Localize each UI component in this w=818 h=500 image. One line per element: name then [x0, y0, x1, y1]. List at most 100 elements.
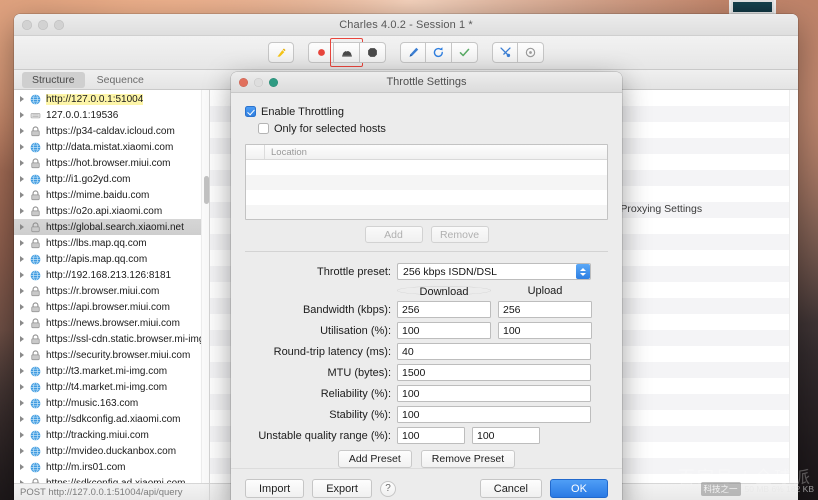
disclosure-triangle-icon[interactable] — [18, 287, 27, 296]
disclosure-triangle-icon[interactable] — [18, 207, 27, 216]
disclosure-triangle-icon[interactable] — [18, 191, 27, 200]
tree-row[interactable]: http://tracking.miui.com — [14, 427, 209, 443]
disclosure-triangle-icon[interactable] — [18, 463, 27, 472]
tree-row[interactable]: http://m.irs01.com — [14, 459, 209, 475]
throttle-field-download-input[interactable]: 100 — [397, 406, 591, 423]
tree-row[interactable]: http://music.163.com — [14, 395, 209, 411]
only-selected-hosts-row[interactable]: Only for selected hosts — [245, 120, 608, 137]
globe-icon — [29, 93, 42, 106]
tree-row[interactable]: https://hot.browser.miui.com — [14, 155, 209, 171]
disclosure-triangle-icon[interactable] — [18, 303, 27, 312]
throttle-field-upload-input[interactable]: 256 — [498, 301, 592, 318]
throttle-button[interactable] — [330, 38, 363, 67]
sidebar-scrollbar-thumb[interactable] — [203, 176, 209, 204]
location-table[interactable]: Location — [245, 144, 608, 220]
tree-row[interactable]: http://t3.market.mi-img.com — [14, 363, 209, 379]
breakpoints-button[interactable] — [360, 42, 386, 63]
disclosure-triangle-icon[interactable] — [18, 239, 27, 248]
disclosure-triangle-icon[interactable] — [18, 447, 27, 456]
disclosure-triangle-icon[interactable] — [18, 175, 27, 184]
session-tree[interactable]: http://127.0.0.1:51004 127.0.0.1:19536 htt… — [14, 90, 209, 500]
tree-row[interactable]: https://r.browser.miui.com — [14, 283, 209, 299]
disclosure-triangle-icon[interactable] — [18, 383, 27, 392]
disclosure-triangle-icon[interactable] — [18, 223, 27, 232]
minimize-icon[interactable] — [38, 20, 48, 30]
throttle-field-download-input[interactable]: 1500 — [397, 364, 591, 381]
tab-structure[interactable]: Structure — [22, 71, 85, 88]
repeat-button[interactable] — [426, 42, 452, 63]
enable-throttling-checkbox[interactable] — [245, 106, 256, 117]
tree-row[interactable]: http://apis.map.qq.com — [14, 251, 209, 267]
throttle-field-upload-input[interactable]: 100 — [498, 322, 592, 339]
chevron-updown-icon[interactable] — [576, 264, 590, 279]
lock-icon — [29, 285, 42, 298]
tree-row[interactable]: http://t4.market.mi-img.com — [14, 379, 209, 395]
disclosure-triangle-icon[interactable] — [18, 111, 27, 120]
unstable-quality-min-input[interactable]: 100 — [397, 427, 465, 444]
tree-row[interactable]: https://ssl-cdn.static.browser.mi-img.co… — [14, 331, 209, 347]
throttle-field-download-input[interactable]: 256 — [397, 301, 491, 318]
tree-row[interactable]: http://192.168.213.126:8181 — [14, 267, 209, 283]
disclosure-triangle-icon[interactable] — [18, 415, 27, 424]
throttle-field-download-input[interactable]: 40 — [397, 343, 591, 360]
tree-row[interactable]: https://lbs.map.qq.com — [14, 235, 209, 251]
validate-button[interactable] — [452, 42, 478, 63]
add-location-button[interactable]: Add — [364, 226, 423, 243]
disclosure-triangle-icon[interactable] — [18, 255, 27, 264]
sidebar-scrollbar-track[interactable] — [201, 90, 209, 500]
disclosure-triangle-icon[interactable] — [18, 367, 27, 376]
disclosure-triangle-icon[interactable] — [18, 351, 27, 360]
tree-row[interactable]: https://api.browser.miui.com — [14, 299, 209, 315]
disclosure-triangle-icon[interactable] — [18, 143, 27, 152]
record-button[interactable] — [308, 42, 334, 63]
remove-location-button[interactable]: Remove — [430, 226, 489, 243]
add-preset-button[interactable]: Add Preset — [337, 450, 412, 468]
cancel-button[interactable]: Cancel — [479, 479, 542, 498]
throttle-preset-select[interactable]: 256 kbps ISDN/DSL — [397, 263, 591, 280]
tree-row[interactable]: 127.0.0.1:19536 — [14, 107, 209, 123]
ok-button[interactable]: OK — [550, 479, 608, 498]
tree-row[interactable]: https://global.search.xiaomi.net — [14, 219, 209, 235]
tree-row[interactable]: http://mvideo.duckanbox.com — [14, 443, 209, 459]
disclosure-triangle-icon[interactable] — [18, 95, 27, 104]
throttle-field-download-input[interactable]: 100 — [397, 385, 591, 402]
tree-row[interactable]: https://mime.baidu.com — [14, 187, 209, 203]
main-scrollbar-track[interactable] — [789, 90, 798, 500]
compose-button[interactable] — [400, 42, 426, 63]
tree-row[interactable]: http://i1.go2yd.com — [14, 171, 209, 187]
unstable-quality-max-input[interactable]: 100 — [472, 427, 540, 444]
tree-row[interactable]: https://p34-caldav.icloud.com — [14, 123, 209, 139]
close-icon[interactable] — [22, 20, 32, 30]
disclosure-triangle-icon[interactable] — [18, 399, 27, 408]
disclosure-triangle-icon[interactable] — [18, 319, 27, 328]
tree-row[interactable]: https://news.browser.miui.com — [14, 315, 209, 331]
tree-row[interactable]: http://sdkconfig.ad.xiaomi.com — [14, 411, 209, 427]
import-button[interactable]: Import — [245, 479, 305, 498]
disclosure-triangle-icon[interactable] — [18, 271, 27, 280]
tree-row[interactable]: http://127.0.0.1:51004 — [14, 91, 209, 107]
export-button[interactable]: Export — [312, 479, 372, 498]
throttle-field-label: Utilisation (%): — [320, 324, 391, 337]
tree-row[interactable]: https://security.browser.miui.com — [14, 347, 209, 363]
clear-session-button[interactable] — [268, 42, 294, 63]
tab-sequence[interactable]: Sequence — [87, 72, 154, 88]
throttle-field-download-input[interactable]: 100 — [397, 322, 491, 339]
enable-throttling-row[interactable]: Enable Throttling — [245, 103, 608, 120]
only-selected-hosts-checkbox[interactable] — [258, 123, 269, 134]
disclosure-triangle-icon[interactable] — [18, 127, 27, 136]
remove-preset-button[interactable]: Remove Preset — [420, 450, 516, 468]
maximize-icon[interactable] — [54, 20, 64, 30]
dialog-minimize-icon[interactable] — [254, 78, 263, 87]
disclosure-triangle-icon[interactable] — [18, 335, 27, 344]
disclosure-triangle-icon[interactable] — [18, 159, 27, 168]
main-window-traffic-lights[interactable] — [22, 20, 64, 30]
dialog-maximize-icon[interactable] — [269, 78, 278, 87]
disclosure-triangle-icon[interactable] — [18, 431, 27, 440]
dialog-close-icon[interactable] — [239, 78, 248, 87]
tools-button[interactable] — [492, 42, 518, 63]
dialog-traffic-lights[interactable] — [239, 78, 278, 87]
tree-row[interactable]: https://o2o.api.xiaomi.com — [14, 203, 209, 219]
help-icon[interactable]: ? — [379, 480, 396, 497]
gear-icon[interactable] — [518, 42, 544, 63]
tree-row[interactable]: http://data.mistat.xiaomi.com — [14, 139, 209, 155]
